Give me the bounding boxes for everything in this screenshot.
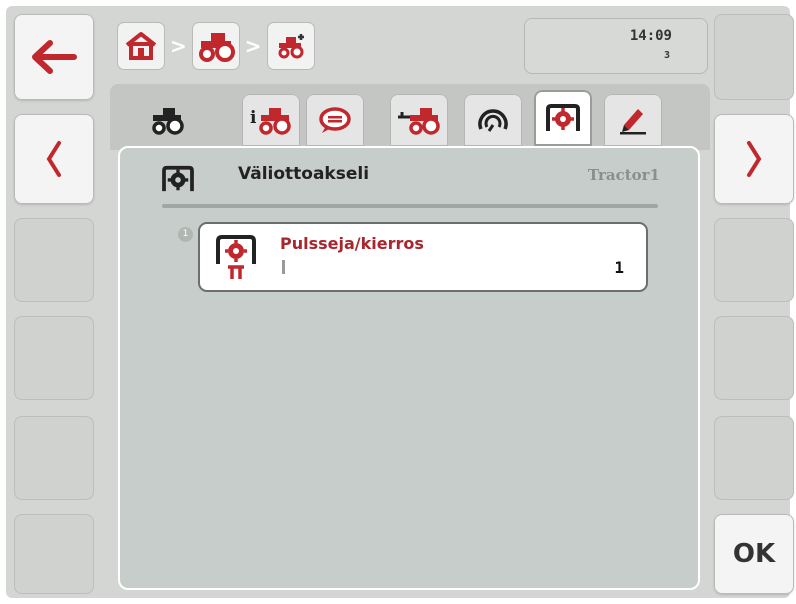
machine-name: Tractor1 bbox=[587, 166, 660, 184]
next-button[interactable] bbox=[714, 114, 794, 204]
back-button[interactable] bbox=[14, 14, 94, 100]
ok-button[interactable]: OK bbox=[714, 514, 794, 594]
softkey-left-5[interactable] bbox=[14, 416, 94, 500]
tab-bar: i bbox=[110, 84, 710, 154]
chevron-left-icon bbox=[46, 141, 61, 177]
softkey-right-4[interactable] bbox=[714, 316, 794, 400]
clock-display: 14:09 3 bbox=[524, 18, 708, 74]
tab-hitch[interactable] bbox=[390, 94, 448, 146]
pto-sensor-icon bbox=[216, 235, 256, 279]
title-divider bbox=[162, 204, 658, 208]
softkey-right-1[interactable] bbox=[714, 14, 794, 100]
breadcrumb-separator: > bbox=[170, 34, 187, 58]
pto-icon bbox=[546, 104, 580, 131]
param-index: 1 bbox=[178, 227, 193, 242]
tractor-info-icon: i bbox=[250, 108, 291, 135]
breadcrumb-home[interactable] bbox=[118, 23, 164, 69]
breadcrumb-tractor[interactable] bbox=[192, 23, 239, 69]
softkey-right-3[interactable] bbox=[714, 218, 794, 302]
tractor-small-icon bbox=[278, 34, 304, 59]
previous-button[interactable] bbox=[14, 114, 94, 204]
softkey-right-5[interactable] bbox=[714, 416, 794, 500]
pto-icon bbox=[162, 165, 194, 192]
tab-gauge[interactable] bbox=[464, 94, 522, 146]
page-title: Väliottoakseli bbox=[238, 164, 370, 184]
content-panel: Väliottoakseli Tractor1 1 Pulsseja/kierr… bbox=[118, 146, 700, 590]
tab-edit[interactable] bbox=[604, 94, 662, 146]
clock-sub: 3 bbox=[663, 50, 670, 61]
softkey-left-4[interactable] bbox=[14, 316, 94, 400]
tab-tractor-info[interactable]: i bbox=[242, 94, 300, 146]
breadcrumb: > > bbox=[118, 16, 314, 76]
tractor-icon bbox=[198, 33, 235, 62]
home-icon bbox=[125, 32, 157, 60]
param-value: 1 bbox=[614, 258, 624, 277]
tab-pto[interactable] bbox=[534, 90, 592, 154]
softkey-left-3[interactable] bbox=[14, 218, 94, 302]
breadcrumb-tractor-sub[interactable] bbox=[267, 23, 314, 69]
tractor-icon bbox=[152, 108, 184, 135]
pencil-icon bbox=[620, 109, 646, 135]
softkey-left-6[interactable] bbox=[14, 514, 94, 594]
speech-bubble-icon bbox=[319, 107, 351, 133]
clock-time: 14:09 bbox=[629, 28, 672, 44]
arrow-left-icon bbox=[32, 40, 77, 74]
param-label: Pulsseja/kierros bbox=[280, 234, 424, 253]
param-pulses-per-revolution[interactable]: Pulsseja/kierros 1 bbox=[198, 222, 648, 292]
gauge-icon bbox=[478, 109, 508, 132]
ok-label: OK bbox=[732, 539, 776, 569]
tab-tractor[interactable] bbox=[138, 94, 196, 146]
text-cursor bbox=[282, 260, 285, 274]
breadcrumb-separator: > bbox=[244, 34, 262, 58]
tab-messages[interactable] bbox=[306, 94, 364, 146]
chevron-right-icon bbox=[747, 141, 762, 177]
tractor-hitch-icon bbox=[398, 108, 440, 135]
svg-text:i: i bbox=[250, 108, 257, 128]
